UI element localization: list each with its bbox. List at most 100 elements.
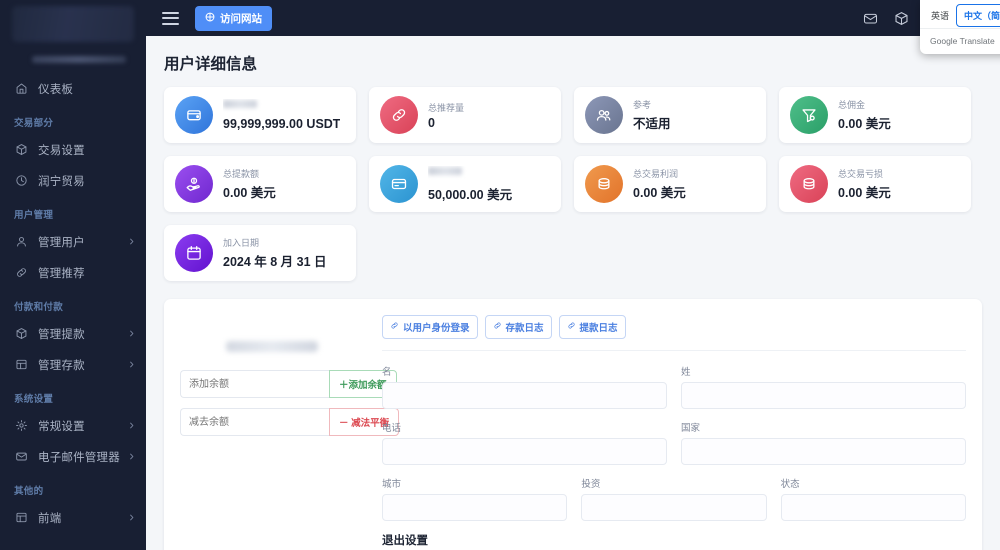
sidebar-item-label: 管理推荐 [38,267,85,280]
field-label: 城市 [382,479,402,490]
users-icon [585,96,623,134]
form-row: 电话 国家 [382,420,966,465]
sidebar: 仪表板 交易部分 交易设置 润宁贸易 用户管理 管理用户 管理推荐 付款和付款 管理提款 管理存款… [0,0,146,550]
stat-card-value: 0.00 美元 [838,117,891,131]
sidebar-section-title: 系统设置 [14,394,54,405]
cube-icon [14,326,29,341]
coins-icon [790,165,828,203]
chain-icon [493,321,502,333]
stat-card-label: 总推荐量 [428,102,465,113]
field-input[interactable] [382,382,667,409]
stat-card-value: 0 [428,115,435,130]
add-balance-input[interactable] [180,370,329,398]
card-icon [380,165,418,203]
box-icon[interactable] [894,11,909,26]
sidebar-item-9[interactable]: 管理存款 [0,349,146,380]
sidebar-item-3[interactable]: 润宁贸易 [0,165,146,196]
stat-card: 总佣金 0.00 美元 [779,87,971,143]
stat-card-label: 总提款额 [223,169,260,179]
stat-card-label [223,100,257,108]
subtract-balance-input[interactable] [180,408,329,436]
sidebar-item-label: 管理提款 [38,328,85,341]
chevron-right-icon [127,452,136,461]
stat-card-value: 0.00 美元 [223,186,276,200]
translate-footer: Google Translate [920,28,1000,54]
sidebar-item-2[interactable]: 交易设置 [0,134,146,165]
sidebar-item-label: 交易设置 [38,144,85,157]
field-label: 姓 [681,367,691,378]
sidebar-item-label: 管理存款 [38,359,85,372]
stat-card: 99,999,999.00 USDT [164,87,356,143]
stat-card-value: 0.00 美元 [633,186,686,200]
sidebar-item-14[interactable]: 前端 [0,502,146,533]
tab-target-language[interactable]: 中文（简体） [956,4,1000,27]
action-link-button[interactable]: 提款日志 [558,315,626,339]
field-input[interactable] [681,382,966,409]
google-translate-popup: 英语 中文（简体） ⋮ ✕ Google Translate [920,0,1000,54]
chevron-right-icon [127,329,136,338]
envelope-icon [14,449,29,464]
translate-tabs: 英语 中文（简体） ⋮ ✕ [920,0,1000,28]
field-input[interactable] [382,494,568,521]
sidebar-item-label: 仪表板 [38,83,74,96]
tab-source-language[interactable]: 英语 [924,5,956,26]
sidebar-item-8[interactable]: 管理提款 [0,318,146,349]
action-link-button[interactable]: 存款日志 [484,315,552,339]
chain-icon [390,321,399,333]
field-input[interactable] [581,494,767,521]
stat-card: 总交易利润 0.00 美元 [574,156,766,212]
clock-icon [14,173,29,188]
sidebar-item-12[interactable]: 电子邮件管理器 [0,441,146,472]
stat-card-value: 0.00 美元 [838,186,891,200]
action-link-label: 以用户身份登录 [403,323,470,334]
panel-left-column: ＋添加余额 － 减法平衡 [180,315,400,550]
stat-card-value: 2024 年 8 月 31 日 [223,255,327,269]
action-link-label: 存款日志 [505,323,544,334]
panel-right-column: 以用户身份登录存款日志提款日志 名姓电话国家城市投资状态退出设置取款密码默认钱包… [376,315,966,550]
sidebar-item-label: 润宁贸易 [38,175,85,188]
page-title: 用户详细信息 [164,56,258,73]
chain-icon [567,321,576,333]
sidebar-item-11[interactable]: 常规设置 [0,410,146,441]
stat-card-label: 参考 [633,100,652,110]
stat-card-value: 50,000.00 美元 [428,187,513,202]
calendar-icon [175,234,213,272]
field-input[interactable] [382,438,667,465]
coins-icon [585,165,623,203]
field-input[interactable] [681,438,966,465]
globe-icon [205,12,215,25]
wallet-icon [175,96,213,134]
chevron-right-icon [127,513,136,522]
sidebar-item-label: 电子邮件管理器 [38,451,120,464]
hamburger-icon[interactable] [162,11,179,25]
sidebar-item-label: 常规设置 [38,420,85,433]
brand-logo[interactable] [12,6,134,42]
add-balance-row: ＋添加余额 [180,370,397,398]
chain-icon [380,96,418,134]
stat-card-label: 总交易亏损 [838,169,884,179]
stat-card-label: 加入日期 [223,238,260,248]
user-detail-panel: ＋添加余额 － 减法平衡 以用户身份登录存款日志提款日志 名姓电话国家城市投资状… [164,299,982,550]
sidebar-item-0[interactable]: 仪表板 [0,73,146,104]
form-row: 名姓 [382,364,966,409]
page-content: 用户详细信息 99,999,999.00 USDT 总推荐量 0 参考不适用 总佣金 0.… [146,36,1000,550]
form-group: 状态 [780,476,966,521]
field-label: 状态 [780,479,800,490]
visit-site-button[interactable]: 访问网站 [195,5,272,31]
sidebar-section-title: 交易部分 [14,118,54,129]
visit-site-label: 访问网站 [220,12,262,25]
table-icon [14,357,29,372]
stat-card-label: 总佣金 [838,100,866,110]
chevron-right-icon [127,360,136,369]
stat-card: 总推荐量 0 [369,87,561,143]
sidebar-user-name [32,56,126,63]
field-label: 国家 [681,423,701,434]
stat-card-value: 不适用 [633,117,671,131]
stat-card: 50,000.00 美元 [369,156,561,212]
action-link-button[interactable]: 以用户身份登录 [382,315,478,339]
sidebar-item-6[interactable]: 管理推荐 [0,257,146,288]
layout-icon [14,510,29,525]
envelope-icon[interactable] [863,11,878,26]
sidebar-item-5[interactable]: 管理用户 [0,226,146,257]
field-input[interactable] [780,494,966,521]
